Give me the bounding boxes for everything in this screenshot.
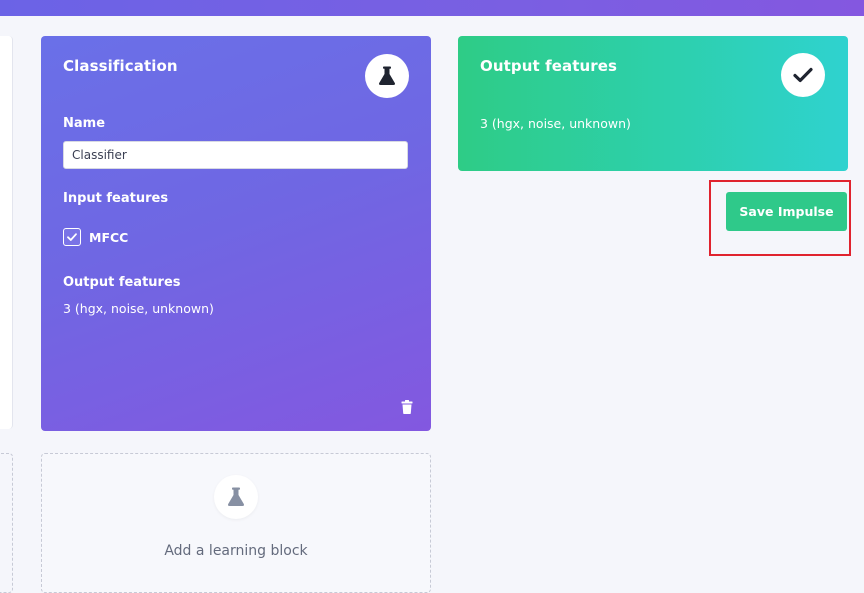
learning-block-card: Classification Name Input features MFCC … [41, 36, 431, 431]
mfcc-checkbox[interactable] [63, 228, 81, 246]
learning-block-title: Classification [63, 57, 178, 75]
output-features-value: 3 (hgx, noise, unknown) [63, 301, 214, 316]
add-learning-block-card[interactable]: Add a learning block [41, 453, 431, 593]
input-feature-mfcc[interactable]: MFCC [63, 228, 128, 246]
output-features-label: Output features [63, 275, 181, 290]
output-features-card: Output features 3 (hgx, noise, unknown) [458, 36, 848, 171]
previous-block-card [0, 36, 13, 429]
save-impulse-button[interactable]: Save Impulse [726, 192, 847, 231]
checkmark-icon [781, 53, 825, 97]
output-block-value: 3 (hgx, noise, unknown) [480, 116, 631, 131]
name-label: Name [63, 116, 106, 131]
block-name-input[interactable] [63, 141, 408, 169]
mfcc-label: MFCC [89, 229, 129, 245]
checkmark-icon [67, 233, 77, 241]
flask-icon [365, 54, 409, 98]
flask-icon [214, 475, 258, 519]
input-features-label: Input features [63, 191, 169, 206]
add-processing-block-placeholder[interactable] [0, 453, 13, 593]
top-header-bar [0, 0, 864, 16]
add-learning-block-label: Add a learning block [164, 543, 308, 559]
output-block-title: Output features [480, 57, 618, 75]
trash-icon[interactable] [401, 400, 413, 414]
